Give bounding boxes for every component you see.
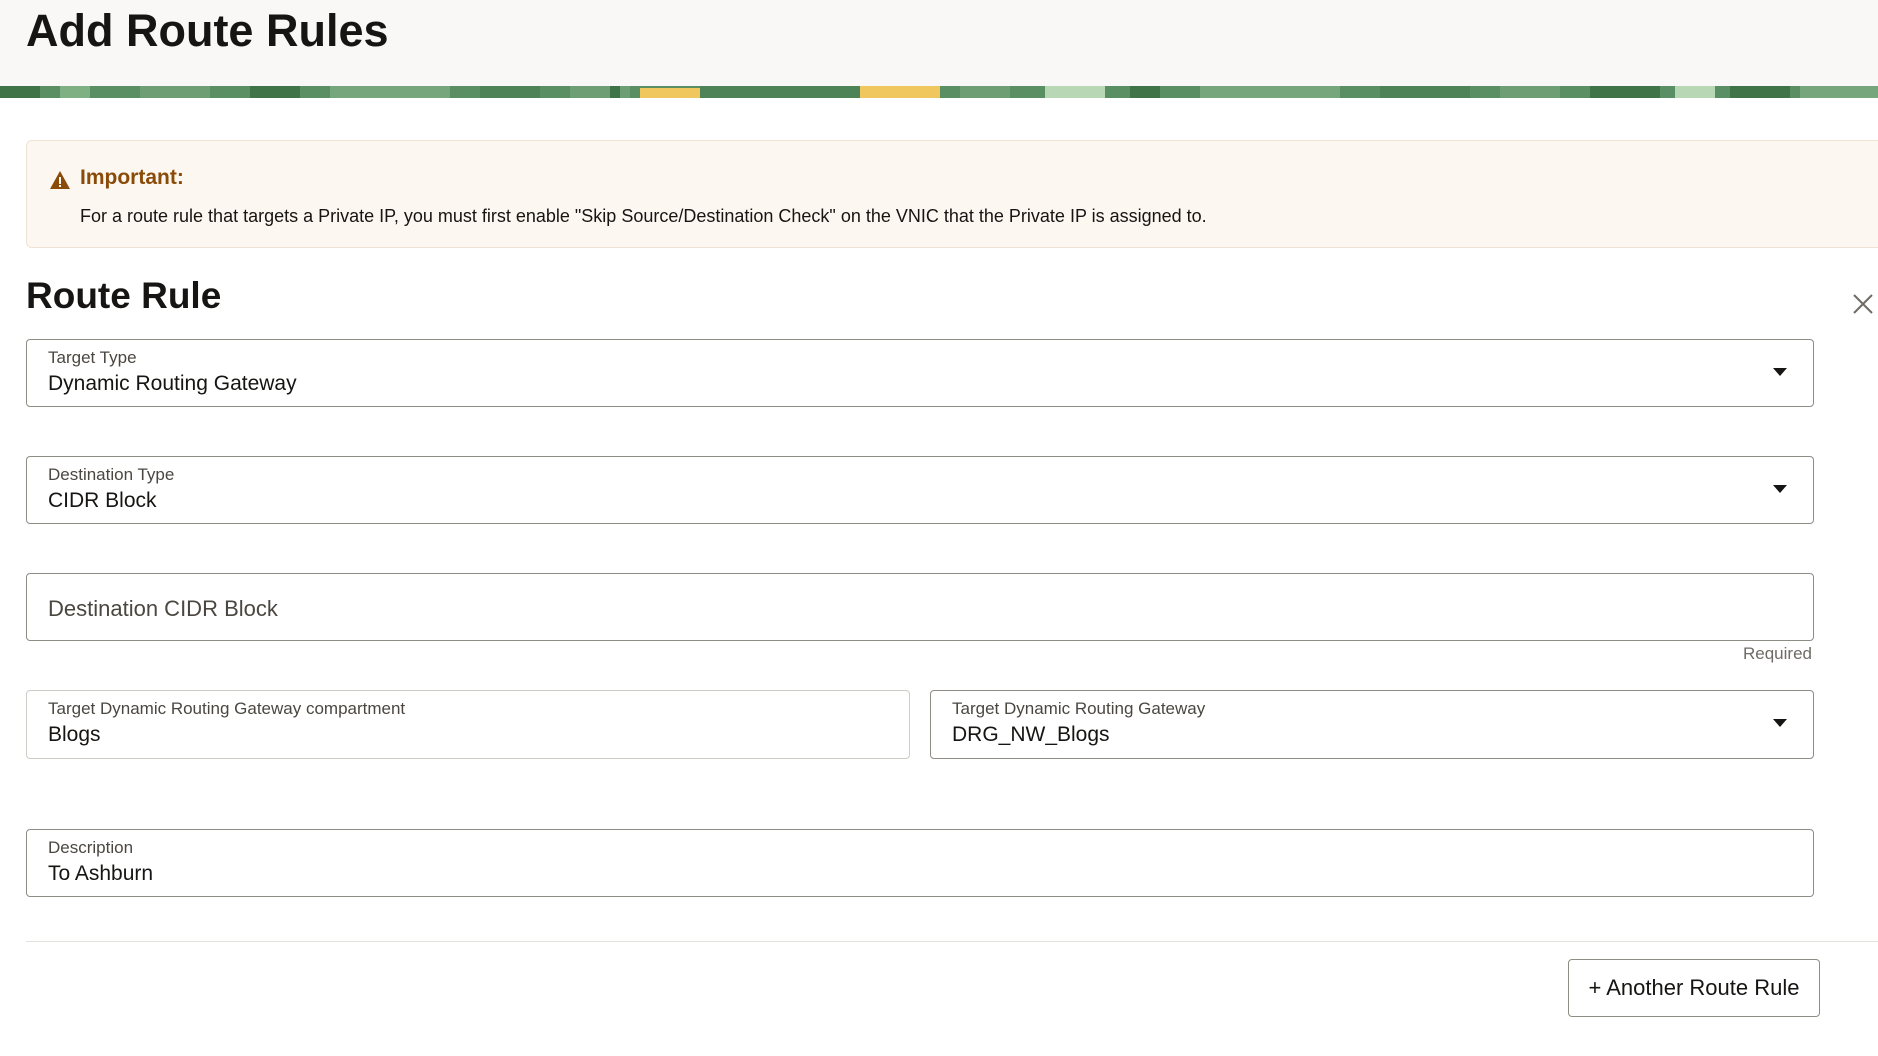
target-compartment-label: Target Dynamic Routing Gateway compartme… xyxy=(48,699,406,718)
divider xyxy=(26,941,1878,942)
chevron-down-icon[interactable] xyxy=(1773,485,1787,493)
target-type-value: Dynamic Routing Gateway xyxy=(48,372,297,395)
warning-icon xyxy=(50,171,70,189)
description-value: To Ashburn xyxy=(48,862,154,885)
description-input[interactable]: Description To Ashburn xyxy=(26,829,1814,897)
decorative-banner xyxy=(0,86,1878,98)
target-compartment-value: Blogs xyxy=(48,723,101,746)
destination-type-select[interactable]: Destination Type CIDR Block xyxy=(26,456,1814,524)
destination-type-value: CIDR Block xyxy=(48,489,157,512)
target-type-label: Target Type xyxy=(48,348,137,367)
destination-cidr-input[interactable]: Destination CIDR Block xyxy=(26,573,1814,641)
notice-body: For a route rule that targets a Private … xyxy=(80,206,1207,226)
chevron-down-icon[interactable] xyxy=(1773,719,1787,727)
required-hint: Required xyxy=(1743,644,1812,663)
destination-type-label: Destination Type xyxy=(48,465,175,484)
destination-cidr-placeholder: Destination CIDR Block xyxy=(48,596,278,621)
target-compartment-select[interactable]: Target Dynamic Routing Gateway compartme… xyxy=(26,690,910,759)
route-rule-title: Route Rule xyxy=(26,275,222,316)
important-notice: Important: For a route rule that targets… xyxy=(26,140,1878,248)
target-drg-label: Target Dynamic Routing Gateway xyxy=(952,699,1206,718)
notice-title: Important: xyxy=(80,166,184,189)
description-label: Description xyxy=(48,838,134,857)
page-title: Add Route Rules xyxy=(26,5,389,56)
target-drg-select[interactable]: Target Dynamic Routing Gateway DRG_NW_Bl… xyxy=(930,690,1814,759)
target-type-select[interactable]: Target Type Dynamic Routing Gateway xyxy=(26,339,1814,407)
target-drg-value: DRG_NW_Blogs xyxy=(952,723,1110,746)
page-header: Add Route Rules xyxy=(0,0,1878,86)
close-icon[interactable] xyxy=(1851,292,1875,316)
chevron-down-icon[interactable] xyxy=(1773,368,1787,376)
another-route-rule-button[interactable]: + Another Route Rule xyxy=(1568,959,1820,1017)
